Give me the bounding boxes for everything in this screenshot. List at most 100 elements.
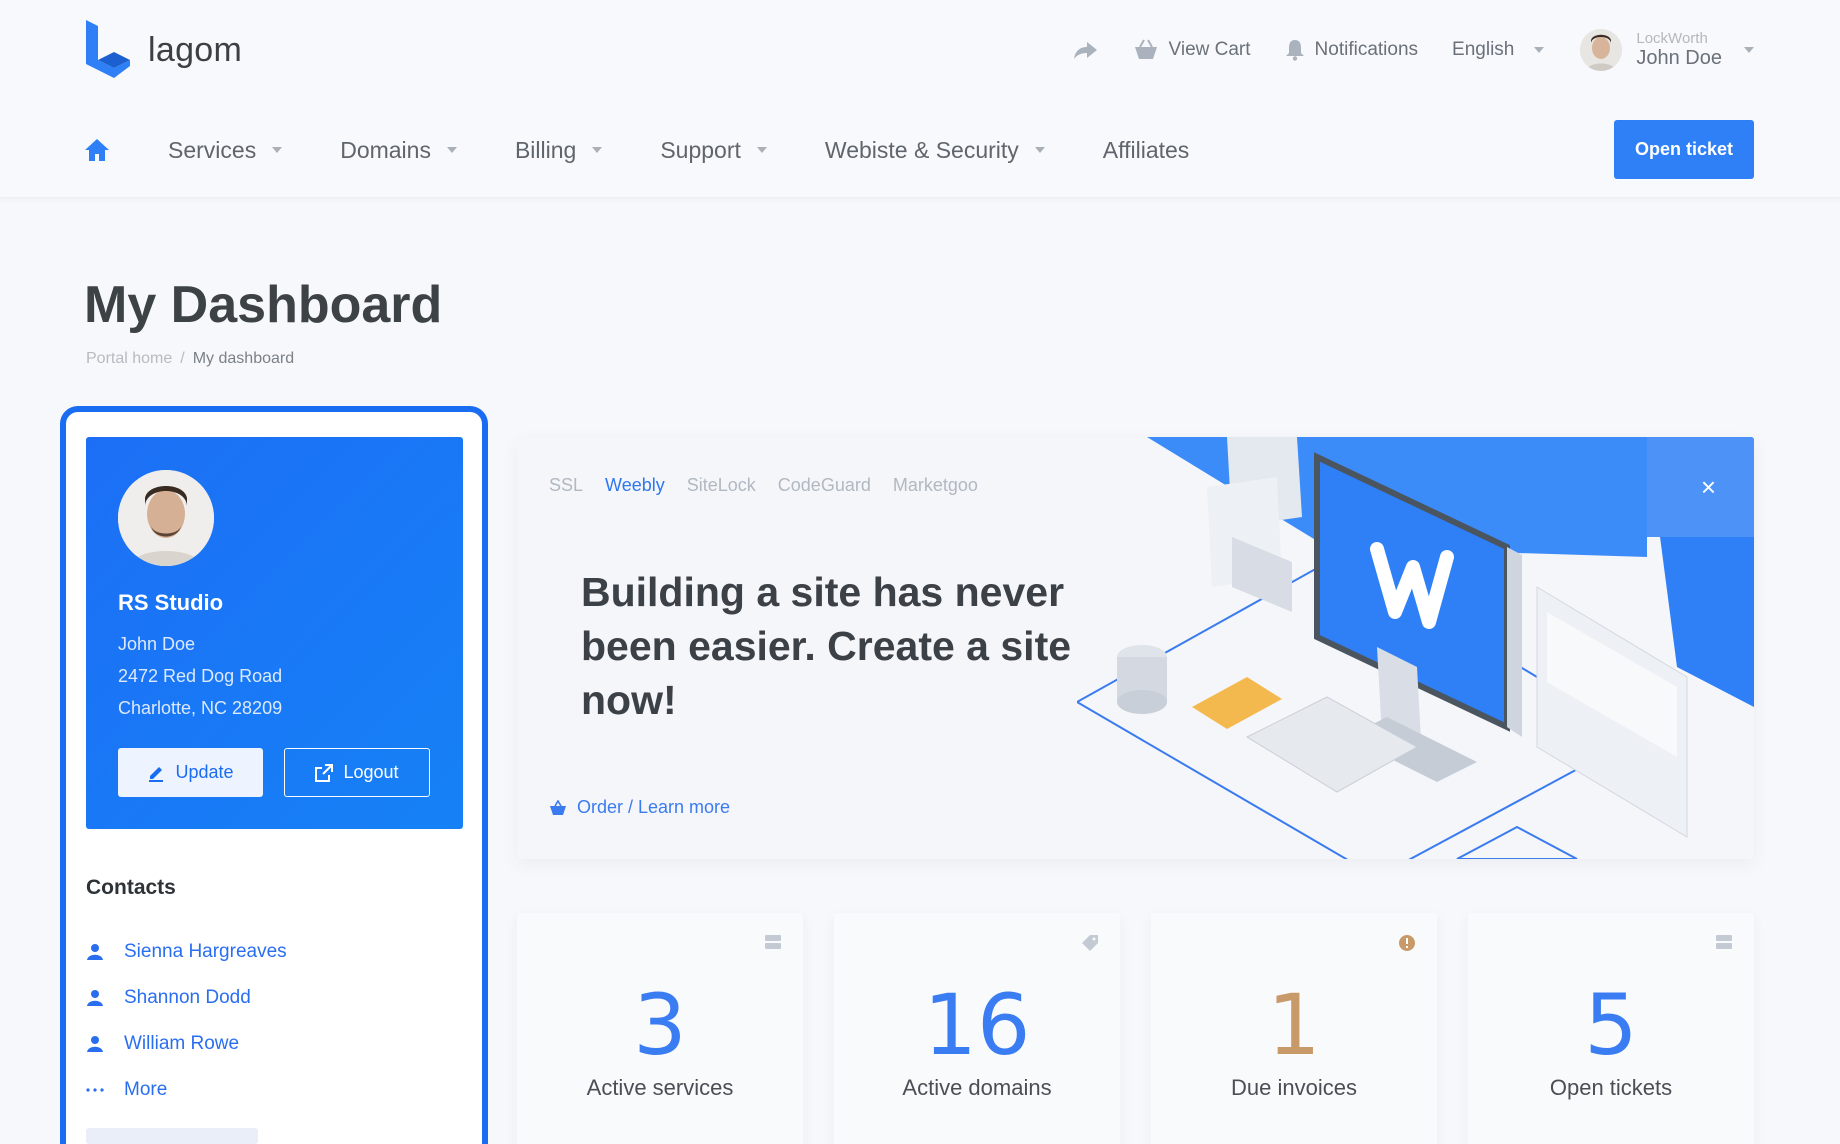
ticket-icon <box>1716 935 1732 949</box>
profile-address-line1: 2472 Red Dog Road <box>118 666 283 686</box>
top-nav: View Cart Notifications English LockWort… <box>1039 24 1754 76</box>
promo-heading: Building a site has never been easier. C… <box>581 569 1072 723</box>
language-label: English <box>1452 39 1515 60</box>
brand-logo[interactable]: lagom <box>84 20 242 80</box>
contact-item[interactable]: William Rowe <box>86 1033 239 1055</box>
external-link-icon <box>315 763 334 782</box>
add-contact-button[interactable] <box>86 1128 258 1144</box>
stat-card-open-tickets[interactable]: 5 Open tickets <box>1468 913 1754 1144</box>
chevron-down-icon <box>272 147 283 153</box>
contact-item[interactable]: Sienna Hargreaves <box>86 941 287 963</box>
logout-button[interactable]: Logout <box>284 748 430 797</box>
nav-billing[interactable]: Billing <box>514 136 603 164</box>
user-avatar-icon <box>1580 29 1623 71</box>
notifications-button[interactable]: Notifications <box>1285 39 1419 61</box>
breadcrumb-current: My dashboard <box>192 350 295 367</box>
chevron-down-icon <box>592 147 603 153</box>
nav-home[interactable] <box>84 138 110 162</box>
profile-name: John Doe <box>118 634 196 654</box>
stat-value: 3 <box>633 976 687 1074</box>
stat-value: 1 <box>1267 976 1321 1074</box>
promo-card: SSL Weebly SiteLock CodeGuard Marketgoo … <box>517 437 1754 859</box>
chevron-down-icon <box>446 147 457 153</box>
share-button[interactable] <box>1073 40 1099 60</box>
update-button[interactable]: Update <box>118 748 263 797</box>
profile-company: RS Studio <box>118 590 224 615</box>
stat-label: Due invoices <box>1231 1075 1357 1100</box>
stat-card-due-invoices[interactable]: 1 Due invoices <box>1151 913 1437 1144</box>
promo-tab-ssl[interactable]: SSL <box>549 475 583 496</box>
main-nav: Services Domains Billing Support Webiste… <box>84 130 1247 170</box>
notifications-label: Notifications <box>1314 39 1419 60</box>
stat-card-active-services[interactable]: 3 Active services <box>517 913 803 1144</box>
promo-tab-sitelock[interactable]: SiteLock <box>687 475 756 496</box>
more-dots-icon <box>86 1088 104 1092</box>
weebly-illustration <box>1077 437 1754 859</box>
contact-name: Shannon Dodd <box>124 987 251 1008</box>
view-cart-button[interactable]: View Cart <box>1133 39 1251 61</box>
breadcrumb-home-link[interactable]: Portal home <box>86 350 172 368</box>
stat-value: 5 <box>1584 976 1638 1074</box>
nav-affiliates-label: Affiliates <box>1102 136 1190 163</box>
server-icon <box>765 935 781 949</box>
nav-affiliates[interactable]: Affiliates <box>1103 137 1190 164</box>
promo-tab-codeguard[interactable]: CodeGuard <box>778 475 871 496</box>
view-cart-label: View Cart <box>1168 39 1251 60</box>
user-menu[interactable]: LockWorth John Doe <box>1580 29 1754 71</box>
open-ticket-button[interactable]: Open ticket <box>1614 120 1754 179</box>
alert-icon <box>1399 935 1415 951</box>
contacts-title: Contacts <box>86 876 176 899</box>
breadcrumb-separator: / <box>180 350 185 367</box>
stat-label: Active domains <box>902 1075 1052 1100</box>
basket-icon <box>550 799 566 815</box>
promo-order-link[interactable]: Order / Learn more <box>549 797 730 818</box>
stat-card-active-domains[interactable]: 16 Active domains <box>834 913 1120 1144</box>
profile-address-line2: Charlotte, NC 28209 <box>118 698 283 718</box>
tag-icon <box>1082 935 1098 951</box>
promo-tab-marketgoo[interactable]: Marketgoo <box>893 475 978 496</box>
chevron-down-icon <box>1744 47 1754 53</box>
chevron-down-icon <box>1534 47 1545 53</box>
logout-label: Logout <box>343 762 399 782</box>
contact-item[interactable]: Shannon Dodd <box>86 987 251 1009</box>
user-name: John Doe <box>1636 47 1722 70</box>
contact-name: Sienna Hargreaves <box>124 941 287 962</box>
update-label: Update <box>175 762 234 782</box>
bell-icon <box>1285 40 1304 61</box>
contacts-more-label: More <box>124 1079 168 1100</box>
edit-icon <box>149 766 164 782</box>
promo-tab-weebly[interactable]: Weebly <box>605 475 665 496</box>
nav-services[interactable]: Services <box>168 136 283 164</box>
breadcrumb: Portal home / My dashboard <box>86 350 294 368</box>
home-icon <box>85 139 109 161</box>
nav-support-label: Support <box>660 136 741 163</box>
nav-website-security-label: Webiste & Security <box>824 136 1019 163</box>
user-icon <box>87 990 103 1006</box>
contacts-more-link[interactable]: More <box>86 1079 167 1101</box>
header: lagom View Cart Notifications English Lo… <box>0 0 1840 198</box>
close-icon[interactable]: × <box>1663 437 1754 537</box>
promo-order-label: Order / Learn more <box>577 797 731 817</box>
profile-avatar-icon <box>118 470 214 566</box>
nav-support[interactable]: Support <box>660 137 767 164</box>
share-arrow-icon <box>1073 42 1097 59</box>
avatar <box>1580 29 1623 71</box>
nav-domains-label: Domains <box>340 136 431 163</box>
profile-card: RS Studio John Doe 2472 Red Dog Road Cha… <box>86 437 463 829</box>
nav-domains[interactable]: Domains <box>340 137 457 164</box>
user-company: LockWorth <box>1636 29 1708 47</box>
nav-website-security[interactable]: Webiste & Security <box>825 137 1045 164</box>
language-selector[interactable]: English <box>1452 39 1545 61</box>
chevron-down-icon <box>756 147 767 153</box>
brand-name: lagom <box>148 30 243 69</box>
nav-billing-label: Billing <box>514 136 577 163</box>
stat-value: 16 <box>923 976 1031 1074</box>
user-icon <box>87 1036 103 1052</box>
lagom-logo-icon <box>86 20 130 78</box>
avatar <box>118 470 214 566</box>
user-icon <box>87 944 103 960</box>
page-title: My Dashboard <box>84 276 443 334</box>
stat-label: Active services <box>586 1075 734 1100</box>
nav-services-label: Services <box>168 136 257 163</box>
promo-tabs: SSL Weebly SiteLock CodeGuard Marketgoo <box>549 475 978 496</box>
